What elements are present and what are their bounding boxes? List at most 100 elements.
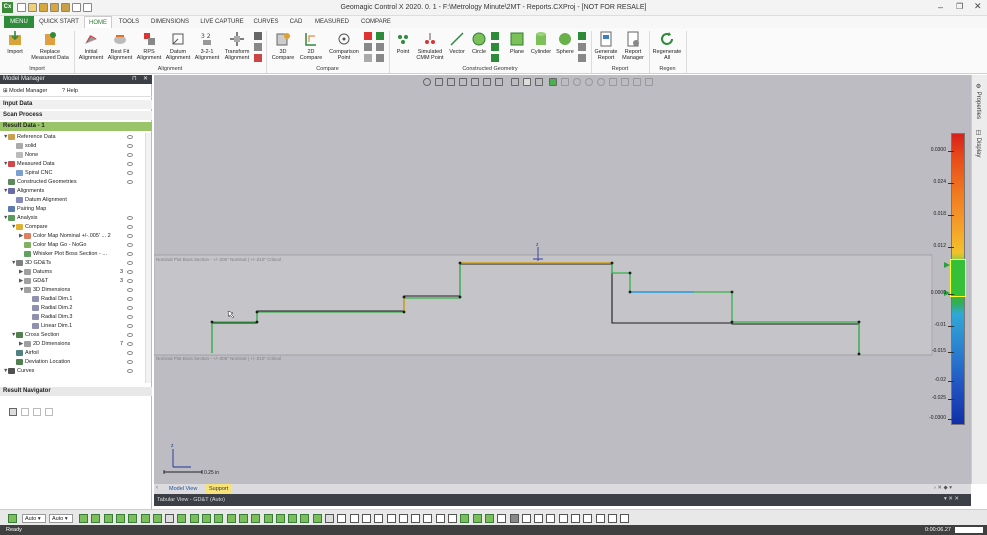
visibility-eye-icon[interactable] [127,225,133,229]
bottom-tool-icon[interactable] [177,514,187,523]
compare-small-icon-3[interactable] [364,54,372,62]
properties-tab[interactable]: ⚙ Properties [975,83,982,119]
tree-item[interactable]: ▶ 2D Dimensions [19,340,70,349]
bottom-tool-icon[interactable] [435,514,445,523]
constructed-small-icon-6[interactable] [578,54,586,62]
bottom-tool-icon[interactable] [595,514,605,523]
vector-button[interactable]: Vector [447,30,467,55]
compare-small-icon-6[interactable] [376,54,384,62]
bottom-tool-icon[interactable] [165,514,175,523]
circle-button[interactable]: Circle [469,30,489,55]
tree-item[interactable]: ▼ Cross Section [11,331,59,340]
visibility-eye-icon[interactable] [127,315,133,319]
visibility-eye-icon[interactable] [127,144,133,148]
bottom-tool-icon[interactable] [448,514,457,523]
bottom-tool-icon[interactable] [411,514,421,523]
bottom-tool-icon[interactable] [460,514,470,523]
tree-item[interactable]: Color Map Go - NoGo [19,241,87,250]
2d-compare-button[interactable]: 2D Compare [298,30,324,61]
compare-small-icon-4[interactable] [376,32,384,40]
alignment-small-icon-2[interactable] [254,43,262,51]
bottom-tool-icon[interactable] [251,514,261,523]
input-data-header[interactable]: Input Data [0,100,152,109]
tab-dimensions[interactable]: DIMENSIONS [147,16,193,28]
constructed-small-icon-5[interactable] [578,43,586,51]
bottom-tool-icon[interactable] [312,514,322,523]
bottom-tool-icon[interactable] [128,514,138,523]
display-tab[interactable]: ◫ Display [975,129,982,157]
bottom-tool-icon[interactable] [189,514,199,523]
visibility-eye-icon[interactable] [127,252,133,256]
navigator-icon-1[interactable] [9,408,17,416]
visibility-eye-icon[interactable] [127,216,133,220]
bottom-tool-icon[interactable] [115,514,125,523]
tab-menu[interactable]: MENU [4,16,34,28]
simulated-cmm-point-button[interactable]: Simulated CMM Point [415,30,445,61]
tree-item[interactable]: ▼ Compare [11,223,48,232]
alignment-small-icon-3[interactable] [254,54,262,62]
cross-section-plot[interactable]: Nominal Plot Boss Section - +/-.005" Nom… [154,75,971,484]
visibility-eye-icon[interactable] [127,342,133,346]
tree-item[interactable]: Deviation Location [11,358,70,367]
datum-alignment-button[interactable]: Datum Alignment [164,30,192,61]
tree-item[interactable]: solid [11,142,36,151]
visibility-eye-icon[interactable] [127,180,133,184]
bottom-tool-icon[interactable] [263,514,273,523]
cylinder-button[interactable]: Cylinder [529,30,553,55]
bottom-tool-icon[interactable] [325,514,334,523]
generate-report-button[interactable]: Generate Report [594,30,618,61]
tree-item[interactable]: Pairing Map [3,205,46,214]
bottom-tool-icon[interactable] [583,514,593,523]
tree-item[interactable]: Radial Dim.1 [27,295,72,304]
tree-item[interactable]: ▶ Color Map Nominal +/-.005' ... 2 [19,232,111,241]
three-two-one-alignment-button[interactable]: 3 2 3-2-1 Alignment [193,30,221,61]
tree-item[interactable]: Radial Dim.2 [27,304,72,313]
bottom-tool-icon[interactable] [226,514,236,523]
compare-small-icon-2[interactable] [364,43,372,51]
bottom-tool-icon[interactable] [497,514,507,523]
bottom-tool-icon[interactable] [140,514,150,523]
tab-tools[interactable]: TOOLS [116,16,142,28]
bottom-tool-icon[interactable] [509,514,519,523]
constructed-small-icon-3[interactable] [491,54,499,62]
tree-item[interactable]: ▼ 3D Dimensions [19,286,70,295]
model-manager-tab[interactable]: ⊞ Model Manager [3,88,47,94]
tab-compare[interactable]: COMPARE [357,16,395,28]
tree-item[interactable]: ▼ 3D GD&Ts [11,259,51,268]
auto-select-2[interactable]: Auto ▾ [49,514,73,523]
visibility-eye-icon[interactable] [127,369,133,373]
point-button[interactable]: Point [393,30,413,55]
tree-item[interactable]: ▶ GD&T [19,277,48,286]
tree-item[interactable]: Whisker Plot Boss Section - ... [19,250,107,259]
tab-quick-start[interactable]: QUICK START [38,16,80,28]
bottom-tool-icon[interactable] [534,514,544,523]
navigator-icon-4[interactable] [45,408,53,416]
constructed-small-icon-1[interactable] [491,32,499,40]
bottom-tool-icon[interactable] [423,514,433,523]
compare-small-icon-1[interactable] [364,32,372,40]
tree-item[interactable]: Spiral CNC [11,169,53,178]
bottom-tool-icon[interactable] [558,514,568,523]
bottom-tool-icon[interactable] [300,514,310,523]
tab-live-capture[interactable]: LIVE CAPTURE [198,16,246,28]
tab-cad[interactable]: CAD [285,16,307,28]
bottom-tool-icon[interactable] [398,514,408,523]
regenerate-all-button[interactable]: Regenerate All [651,30,683,61]
tab-curves[interactable]: CURVES [251,16,281,28]
bottom-tool-icon[interactable] [337,514,347,523]
bottom-tool-icon[interactable] [238,514,248,523]
replace-measured-data-button[interactable]: Replace Measured Data [30,30,70,61]
visibility-eye-icon[interactable] [127,306,133,310]
visibility-eye-icon[interactable] [127,243,133,247]
tree-item[interactable]: ▼ Measured Data [3,160,55,169]
auto-select-1[interactable]: Auto ▾ [22,514,46,523]
bottom-tool-icon[interactable] [571,514,580,523]
tree-item[interactable]: Linear Dim.1 [27,322,72,331]
bottom-tool-icon[interactable] [374,514,384,523]
result-data-header[interactable]: Result Data - 1 [0,122,152,131]
visibility-eye-icon[interactable] [127,270,133,274]
report-manager-button[interactable]: Report Manager [620,30,646,61]
visibility-eye-icon[interactable] [127,351,133,355]
bottom-tool-icon[interactable] [472,514,482,523]
visibility-eye-icon[interactable] [127,234,133,238]
